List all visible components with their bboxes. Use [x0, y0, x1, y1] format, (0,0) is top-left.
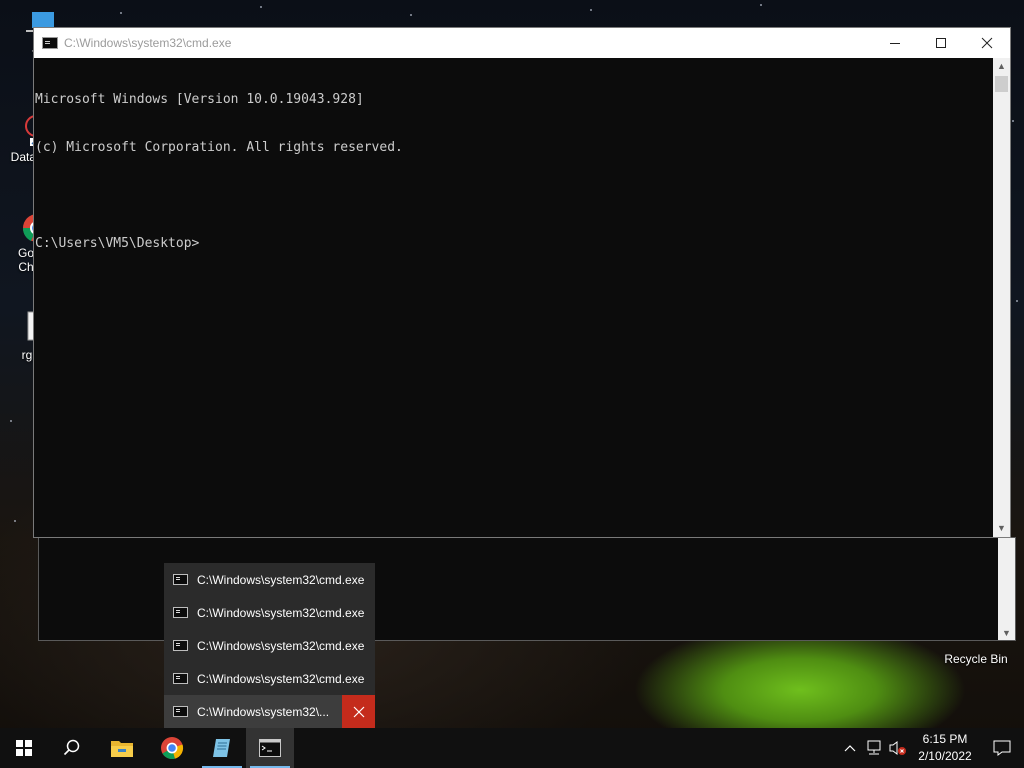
chevron-up-icon: [844, 745, 856, 752]
window-list-item[interactable]: C:\Windows\system32\cmd.exe: [164, 563, 375, 596]
close-icon: [353, 706, 364, 717]
minimize-icon: [890, 42, 900, 44]
scroll-thumb[interactable]: [995, 76, 1008, 92]
window-list-item[interactable]: C:\Windows\system32\cmd.exe: [164, 596, 375, 629]
desktop-icon-recycle-bin[interactable]: Recycle Bin: [940, 652, 1012, 666]
scroll-down-icon[interactable]: ▼: [1002, 628, 1011, 638]
console-line: (c) Microsoft Corporation. All rights re…: [35, 140, 403, 155]
system-tray: 6:15 PM 2/10/2022: [838, 728, 1024, 768]
file-explorer-button[interactable]: [98, 728, 146, 768]
scroll-up-icon[interactable]: ▲: [993, 58, 1010, 75]
scroll-down-icon[interactable]: ▼: [993, 520, 1010, 537]
network-button[interactable]: [862, 728, 886, 768]
start-icon: [16, 740, 32, 756]
taskbar-clock[interactable]: 6:15 PM 2/10/2022: [910, 731, 980, 765]
window-list-item[interactable]: C:\Windows\system32\cmd.exe: [164, 662, 375, 695]
notepad-button[interactable]: [198, 728, 246, 768]
file-explorer-icon: [111, 741, 133, 757]
vertical-scrollbar[interactable]: ▲ ▼: [993, 58, 1010, 537]
network-icon: [867, 740, 881, 755]
action-center-button[interactable]: [980, 728, 1024, 768]
clock-date: 2/10/2022: [918, 749, 972, 763]
chrome-icon: [161, 737, 184, 760]
cmd-icon: [173, 574, 188, 585]
notification-icon: [993, 740, 1011, 756]
minimize-button[interactable]: [872, 28, 918, 58]
cmd-icon: [173, 706, 188, 717]
notepad-icon: [213, 739, 230, 757]
show-hidden-icons-button[interactable]: [838, 728, 862, 768]
title-bar[interactable]: C:\Windows\system32\cmd.exe: [34, 28, 1010, 58]
volume-muted-icon: [889, 741, 906, 755]
maximize-icon: [936, 38, 946, 48]
console-prompt: C:\Users\VM5\Desktop>: [35, 236, 200, 251]
window-list-item-label: C:\Windows\system32\cmd.exe: [197, 671, 365, 686]
window-list-item[interactable]: C:\Windows\system32\cmd.exe: [164, 629, 375, 662]
close-icon: [981, 37, 993, 49]
taskbar: 6:15 PM 2/10/2022: [0, 728, 1024, 768]
window-list-item-hovered[interactable]: C:\Windows\system32\...: [164, 695, 375, 728]
console-output[interactable]: Microsoft Windows [Version 10.0.19043.92…: [34, 58, 993, 537]
cmd-icon: [173, 607, 188, 618]
start-button[interactable]: [0, 728, 48, 768]
console-line: Microsoft Windows [Version 10.0.19043.92…: [35, 92, 364, 107]
cmd-icon: [173, 673, 188, 684]
window-list-item-label: C:\Windows\system32\cmd.exe: [197, 605, 365, 620]
recycle-bin-label: Recycle Bin: [944, 652, 1008, 666]
window-list-item-label: C:\Windows\system32\cmd.exe: [197, 572, 365, 587]
chrome-button[interactable]: [148, 728, 196, 768]
cmd-icon: [173, 640, 188, 651]
close-window-button[interactable]: [342, 695, 375, 728]
search-icon: [63, 739, 80, 756]
cmd-taskbar-button[interactable]: [246, 728, 294, 768]
clock-time: 6:15 PM: [922, 732, 968, 746]
cmd-icon: [42, 37, 58, 49]
window-list-item-label: C:\Windows\system32\cmd.exe: [197, 638, 365, 653]
taskbar-window-list: C:\Windows\system32\cmd.exe C:\Windows\s…: [164, 563, 375, 728]
cmd-window[interactable]: C:\Windows\system32\cmd.exe Microsoft Wi…: [33, 27, 1011, 538]
cmd-icon: [259, 739, 281, 757]
search-button[interactable]: [48, 728, 96, 768]
maximize-button[interactable]: [918, 28, 964, 58]
close-button[interactable]: [964, 28, 1010, 58]
window-title: C:\Windows\system32\cmd.exe: [64, 36, 232, 50]
background-window-scrollbar[interactable]: ▼: [998, 538, 1015, 640]
volume-button[interactable]: [886, 728, 910, 768]
window-list-item-label: C:\Windows\system32\...: [197, 704, 330, 719]
